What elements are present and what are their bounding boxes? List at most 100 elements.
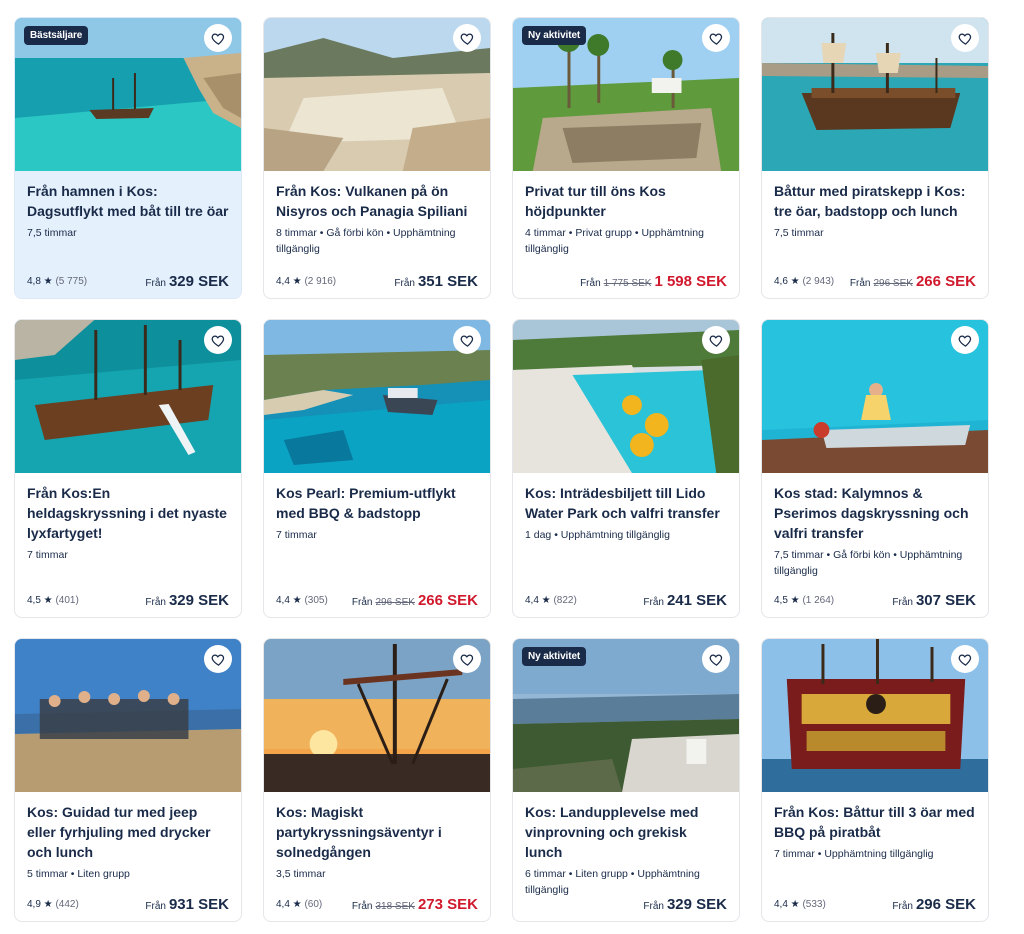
activity-image: Bästsäljare [15,18,241,171]
heart-outline-icon [958,334,971,347]
activity-image [513,320,739,473]
activity-card[interactable]: Bästsäljare Från hamnen i Kos: Dagsutfly… [14,17,242,299]
favorite-button[interactable] [702,24,730,52]
rating: 4,9 ★ (442) [27,899,79,910]
activity-title[interactable]: Från Kos:En heldagskryssning i det nyast… [27,483,229,543]
activity-title[interactable]: Kos Pearl: Premium-utflykt med BBQ & bad… [276,483,478,523]
activity-info: Privat tur till öns Kos höjdpunkter 4 ti… [513,171,739,298]
activity-title[interactable]: Från Kos: Vulkanen på ön Nisyros och Pan… [276,181,478,221]
heart-outline-icon [709,32,722,45]
rating: 4,4 ★ (2 916) [276,276,337,287]
rating: 4,4 ★ (305) [276,595,328,606]
price: Från 329 SEK [145,592,229,609]
favorite-button[interactable] [951,645,979,673]
activity-image [264,18,490,171]
activity-info: Båttur med piratskepp i Kos: tre öar, ba… [762,171,988,298]
activity-info: Kos Pearl: Premium-utflykt med BBQ & bad… [264,473,490,617]
price: Från 931 SEK [145,896,229,913]
activity-meta: 7,5 timmar • Gå förbi kön • Upphämtning … [774,549,963,577]
activity-info: Från Kos: Vulkanen på ön Nisyros och Pan… [264,171,490,298]
heart-outline-icon [460,334,473,347]
activity-grid: Bästsäljare Från hamnen i Kos: Dagsutfly… [14,17,990,922]
rating: 4,8 ★ (5 775) [27,276,88,287]
activity-title[interactable]: Kos: Inträdesbiljett till Lido Water Par… [525,483,727,523]
activity-title[interactable]: Kos: Magiskt partykryssningsäventyr i so… [276,802,478,862]
price: Från 351 SEK [394,273,478,290]
activity-title[interactable]: Kos: Landupplevelse med vinprovning och … [525,802,727,862]
activity-card[interactable]: Från Kos: Båttur till 3 öar med BBQ på p… [761,638,989,922]
activity-meta: 7 timmar [27,549,68,561]
favorite-button[interactable] [453,645,481,673]
activity-image [762,18,988,171]
activity-image [15,639,241,792]
favorite-button[interactable] [453,24,481,52]
activity-image [264,639,490,792]
new-activity-badge: Ny aktivitet [522,26,587,45]
activity-info: Från Kos: Båttur till 3 öar med BBQ på p… [762,792,988,921]
favorite-button[interactable] [702,645,730,673]
activity-card[interactable]: Kos Pearl: Premium-utflykt med BBQ & bad… [263,319,491,618]
activity-info: Kos: Magiskt partykryssningsäventyr i so… [264,792,490,921]
activity-image [264,320,490,473]
price: Från 296 SEK 266 SEK [849,273,976,290]
heart-outline-icon [211,334,224,347]
activity-meta: 8 timmar • Gå förbi kön • Upphämtning ti… [276,227,456,255]
activity-title[interactable]: Från Kos: Båttur till 3 öar med BBQ på p… [774,802,976,842]
heart-outline-icon [958,653,971,666]
price: Från 318 SEK 273 SEK [351,896,478,913]
favorite-button[interactable] [951,24,979,52]
activity-info: Från Kos:En heldagskryssning i det nyast… [15,473,241,617]
heart-outline-icon [211,32,224,45]
activity-info: Från hamnen i Kos: Dagsutflykt med båt t… [15,171,241,298]
activity-title[interactable]: Kos: Guidad tur med jeep eller fyrhjulin… [27,802,229,862]
activity-card[interactable]: Kos: Guidad tur med jeep eller fyrhjulin… [14,638,242,922]
favorite-button[interactable] [951,326,979,354]
activity-title[interactable]: Från hamnen i Kos: Dagsutflykt med båt t… [27,181,229,221]
activity-meta: 7,5 timmar [774,227,824,239]
activity-meta: 7 timmar • Upphämtning tillgänglig [774,848,934,860]
activity-meta: 7 timmar [276,529,317,541]
favorite-button[interactable] [702,326,730,354]
activity-card[interactable]: Kos: Inträdesbiljett till Lido Water Par… [512,319,740,618]
activity-meta: 5 timmar • Liten grupp [27,868,130,880]
activity-image [762,320,988,473]
activity-card[interactable]: Från Kos:En heldagskryssning i det nyast… [14,319,242,618]
favorite-button[interactable] [204,24,232,52]
rating: 4,6 ★ (2 943) [774,276,835,287]
activity-image: Ny aktivitet [513,639,739,792]
activity-title[interactable]: Kos stad: Kalymnos & Pserimos dagskryssn… [774,483,976,543]
heart-outline-icon [709,334,722,347]
price: Från 296 SEK [892,896,976,913]
activity-card[interactable]: Ny aktivitet Kos: Landupplevelse med vin… [512,638,740,922]
activity-meta: 6 timmar • Liten grupp • Upphämtning til… [525,868,700,896]
price: Från 329 SEK [145,273,229,290]
heart-outline-icon [460,653,473,666]
activity-meta: 3,5 timmar [276,868,326,880]
activity-card[interactable]: Från Kos: Vulkanen på ön Nisyros och Pan… [263,17,491,299]
activity-info: Kos: Guidad tur med jeep eller fyrhjulin… [15,792,241,921]
activity-card[interactable]: Ny aktivitet Privat tur till öns Kos höj… [512,17,740,299]
rating: 4,4 ★ (822) [525,595,577,606]
rating: 4,4 ★ (60) [276,899,323,910]
activity-meta: 1 dag • Upphämtning tillgänglig [525,529,670,541]
activity-card[interactable]: Båttur med piratskepp i Kos: tre öar, ba… [761,17,989,299]
activity-image [762,639,988,792]
heart-outline-icon [709,653,722,666]
favorite-button[interactable] [204,326,232,354]
activity-card[interactable]: Kos stad: Kalymnos & Pserimos dagskryssn… [761,319,989,618]
price: Från 307 SEK [892,592,976,609]
favorite-button[interactable] [453,326,481,354]
activity-card[interactable]: Kos: Magiskt partykryssningsäventyr i so… [263,638,491,922]
activity-title[interactable]: Privat tur till öns Kos höjdpunkter [525,181,727,221]
rating: 4,5 ★ (1 264) [774,595,835,606]
rating: 4,4 ★ (533) [774,899,826,910]
activity-info: Kos: Landupplevelse med vinprovning och … [513,792,739,921]
activity-image: Ny aktivitet [513,18,739,171]
price: Från 1 775 SEK 1 598 SEK [580,273,727,290]
activity-title[interactable]: Båttur med piratskepp i Kos: tre öar, ba… [774,181,976,221]
activity-info: Kos: Inträdesbiljett till Lido Water Par… [513,473,739,617]
price: Från 241 SEK [643,592,727,609]
price: Från 296 SEK 266 SEK [351,592,478,609]
favorite-button[interactable] [204,645,232,673]
price: Från 329 SEK [643,896,727,913]
